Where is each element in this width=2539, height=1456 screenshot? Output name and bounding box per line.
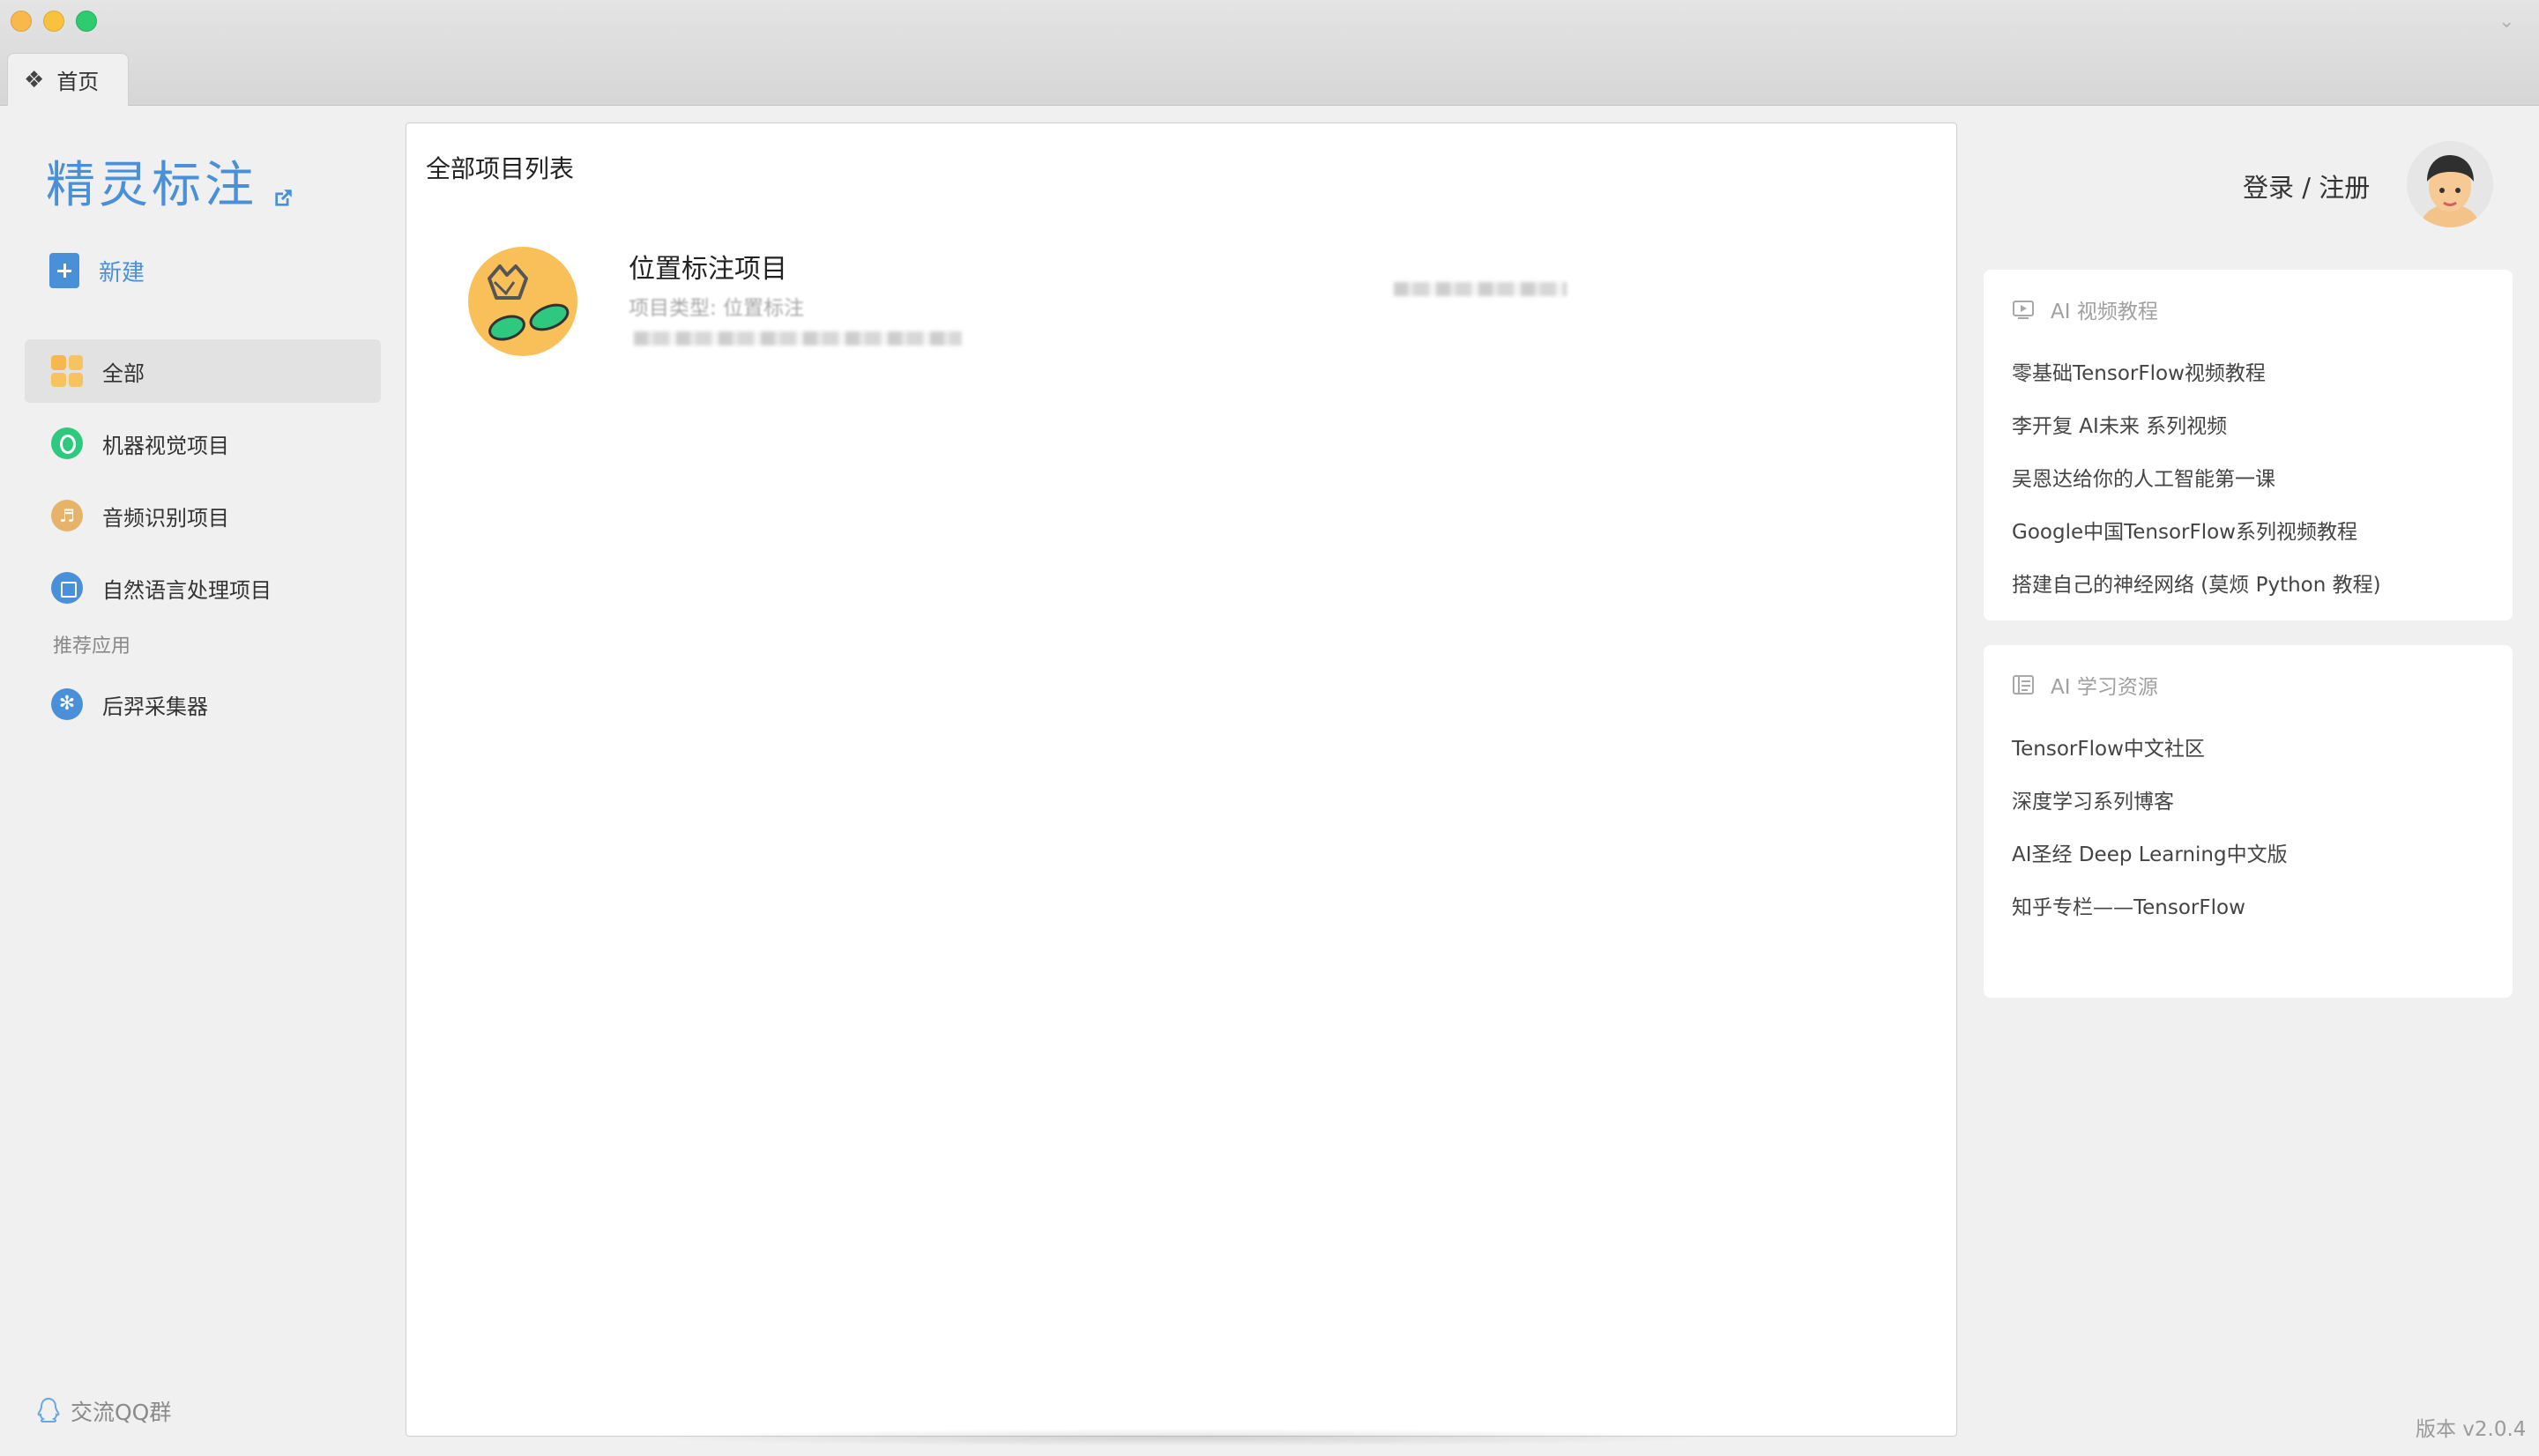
vision-icon [51, 427, 83, 459]
video-link[interactable]: 吴恩达给你的人工智能第一课 [2012, 453, 2484, 506]
card-header: AI 学习资源 [2012, 670, 2484, 700]
qq-group-link[interactable]: 交流QQ群 [35, 1395, 171, 1427]
card-title: AI 视频教程 [2051, 301, 2158, 323]
qq-penguin-icon [37, 1397, 60, 1423]
book-list-icon [2013, 675, 2034, 695]
recommended-apps-heading: 推荐应用 [53, 635, 131, 657]
video-play-icon [2013, 301, 2034, 319]
video-link[interactable]: 搭建自己的神经网络 (莫烦 Python 教程) [2012, 559, 2484, 612]
app-window: ⌄ ❖ 首页 精灵标注 新建 全部 机器视觉项目 ♬ 音频识别项目 自然语言处理… [0, 0, 2539, 1456]
leaf-badge-icon [488, 264, 570, 341]
redacted-project-info [634, 331, 962, 345]
resource-link[interactable]: AI圣经 Deep Learning中文版 [2012, 828, 2484, 881]
project-type: 项目类型: 位置标注 [629, 291, 804, 321]
sidebar-item-audio[interactable]: ♬ 音频识别项目 [25, 484, 381, 547]
project-name: 位置标注项目 [629, 254, 787, 285]
video-link[interactable]: 零基础TensorFlow视频教程 [2012, 347, 2484, 400]
video-link[interactable]: Google中国TensorFlow系列视频教程 [2012, 506, 2484, 559]
sidebar-nav: 全部 机器视觉项目 ♬ 音频识别项目 自然语言处理项目 推荐应用 ✻ 后羿采集器 [25, 339, 381, 745]
new-project-label: 新建 [99, 259, 145, 286]
panel-shadow [636, 1429, 1729, 1446]
ai-resources-card: AI 学习资源 TensorFlow中文社区 深度学习系列博客 AI圣经 Dee… [1984, 645, 2513, 998]
resource-link[interactable]: 知乎专栏——TensorFlow [2012, 881, 2484, 934]
title-bar: ⌄ ❖ 首页 [0, 0, 2539, 106]
grid-diamond-icon: ❖ [24, 66, 45, 93]
tab-home[interactable]: ❖ 首页 [7, 53, 129, 106]
close-window-button[interactable] [11, 11, 32, 32]
sidebar-item-label: 机器视觉项目 [102, 433, 229, 458]
new-file-icon [49, 253, 79, 288]
sidebar-item-label: 全部 [102, 360, 145, 386]
project-avatar [468, 247, 577, 356]
qq-group-label: 交流QQ群 [71, 1400, 172, 1425]
minimize-window-button[interactable] [43, 11, 64, 32]
project-type-value: 位置标注 [723, 297, 805, 320]
ai-video-card: AI 视频教程 零基础TensorFlow视频教程 李开复 AI未来 系列视频 … [1984, 270, 2513, 620]
project-card[interactable]: 位置标注项目 项目类型: 位置标注 [468, 247, 1879, 370]
sidebar: 精灵标注 新建 全部 机器视觉项目 ♬ 音频识别项目 自然语言处理项目 推荐应用… [0, 107, 406, 1456]
card-title: AI 学习资源 [2051, 676, 2158, 699]
chevron-down-icon[interactable]: ⌄ [2498, 12, 2518, 32]
user-avatar-icon [2407, 141, 2493, 227]
user-avatar[interactable] [2407, 141, 2493, 227]
sidebar-item-nlp[interactable]: 自然语言处理项目 [25, 556, 381, 620]
sidebar-item-all[interactable]: 全部 [25, 339, 381, 403]
external-link-icon[interactable] [272, 187, 294, 210]
maximize-window-button[interactable] [76, 11, 97, 32]
brand[interactable]: 精灵标注 [46, 145, 294, 217]
new-project-button[interactable]: 新建 [49, 253, 145, 288]
houyi-icon: ✻ [51, 688, 83, 720]
sidebar-item-label: 后羿采集器 [102, 694, 208, 719]
project-type-label: 项目类型: [629, 297, 717, 320]
version-label: 版本 v2.0.4 [2416, 1418, 2527, 1441]
resource-link[interactable]: TensorFlow中文社区 [2012, 723, 2484, 776]
brand-title: 精灵标注 [46, 157, 257, 214]
page-title: 全部项目列表 [426, 154, 575, 183]
sidebar-item-label: 自然语言处理项目 [102, 577, 272, 603]
redacted-project-meta [1394, 282, 1567, 296]
grid-icon [51, 355, 83, 387]
card-header: AI 视频教程 [2012, 294, 2484, 324]
sidebar-item-vision[interactable]: 机器视觉项目 [25, 412, 381, 475]
resource-link[interactable]: 深度学习系列博客 [2012, 776, 2484, 828]
video-link[interactable]: 李开复 AI未来 系列视频 [2012, 400, 2484, 453]
window-controls [11, 11, 97, 32]
sidebar-item-label: 音频识别项目 [102, 505, 229, 531]
sidebar-item-houyi[interactable]: ✻ 后羿采集器 [25, 672, 381, 736]
login-register-link[interactable]: 登录 / 注册 [2243, 167, 2370, 204]
project-list-panel: 全部项目列表 位置标注项目 项目类型: 位置标注 [406, 123, 1957, 1446]
tab-label: 首页 [56, 70, 100, 94]
music-note-icon: ♬ [51, 500, 83, 531]
document-icon [51, 572, 83, 604]
